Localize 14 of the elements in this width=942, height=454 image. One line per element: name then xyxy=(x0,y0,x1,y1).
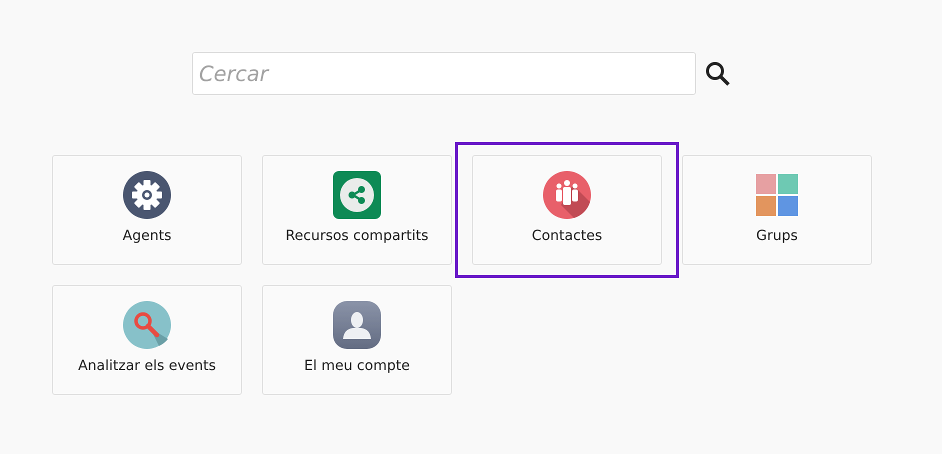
app-tile[interactable]: Recursos compartits xyxy=(262,155,452,265)
search-field[interactable]: Cercar xyxy=(192,52,696,95)
app-tile[interactable]: Grups xyxy=(682,155,872,265)
people-icon xyxy=(543,171,591,219)
app-tile[interactable]: El meu compte xyxy=(262,285,452,395)
user-icon xyxy=(333,301,381,349)
app-tile[interactable]: Contactes xyxy=(472,155,662,265)
app-tile[interactable]: Agents xyxy=(52,155,242,265)
grid-icon xyxy=(756,174,798,216)
share-icon xyxy=(333,171,381,219)
gear-icon xyxy=(123,171,171,219)
magnifier-icon xyxy=(123,301,171,349)
search-icon[interactable] xyxy=(705,60,731,86)
app-tile[interactable]: Analitzar els events xyxy=(52,285,242,395)
